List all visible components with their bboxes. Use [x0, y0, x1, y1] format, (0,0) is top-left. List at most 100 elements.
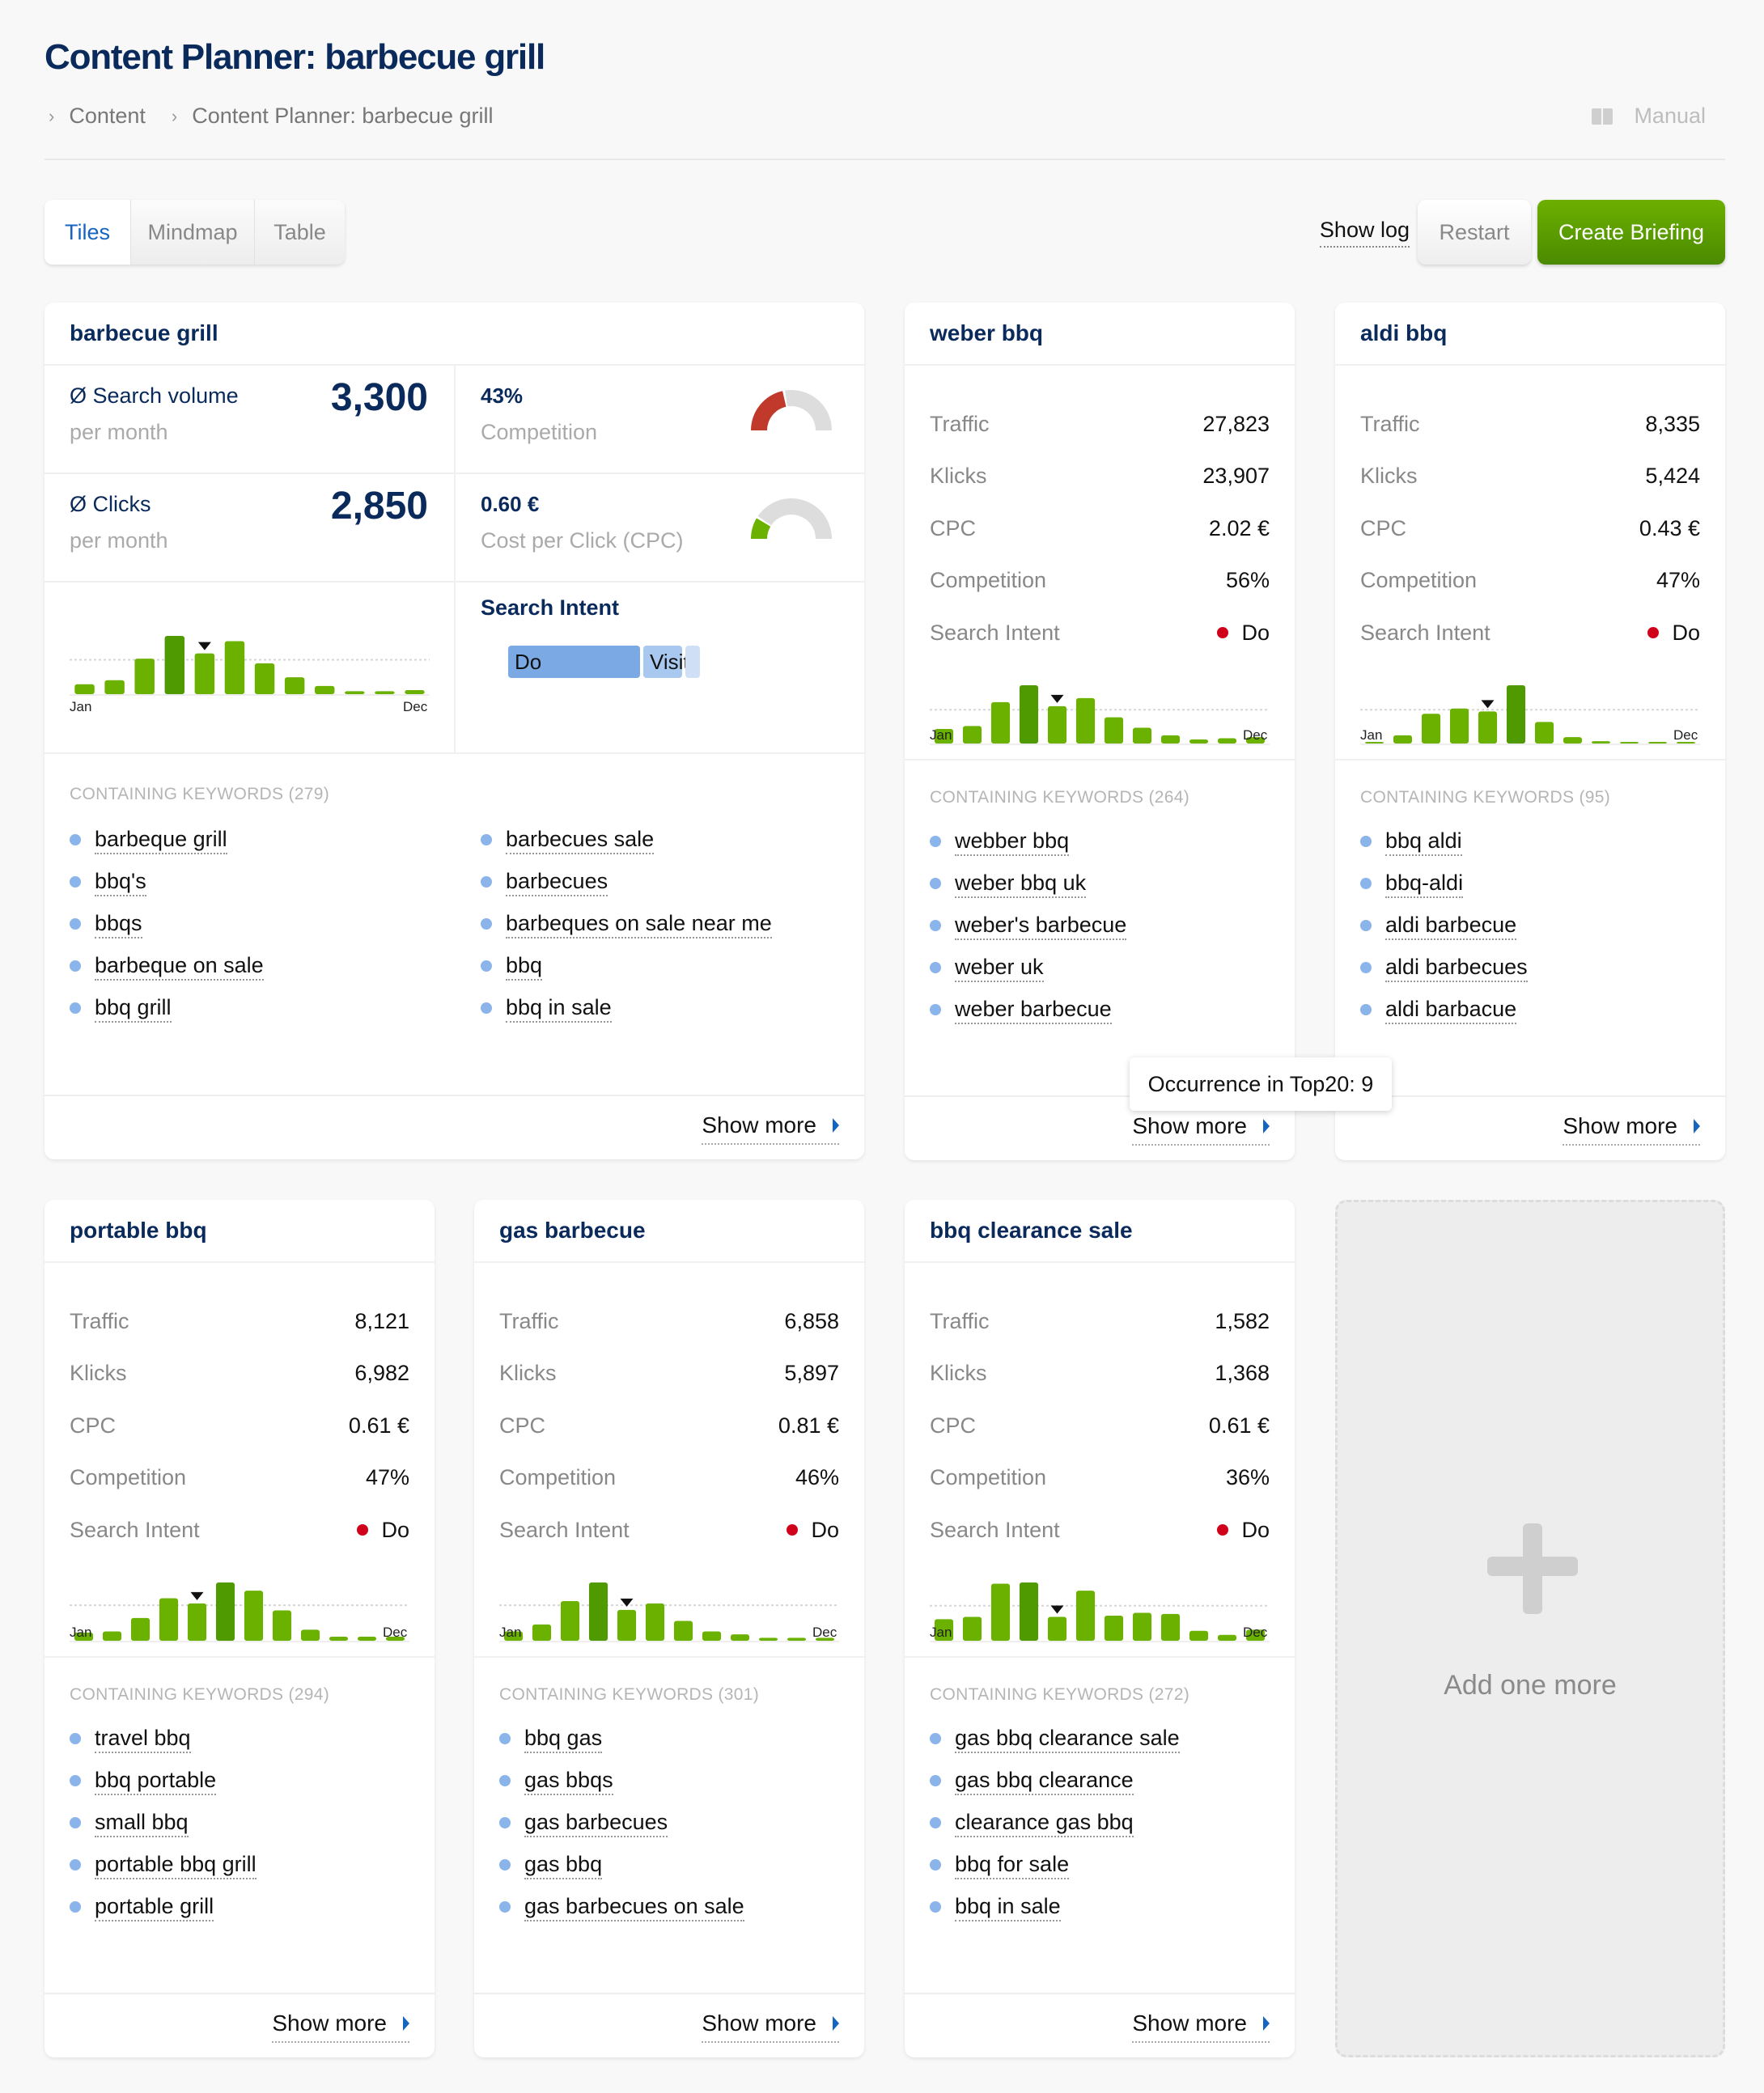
keyword-item[interactable]: barbecues sale	[481, 819, 772, 861]
bar-apr[interactable]	[1449, 708, 1469, 744]
bar-oct[interactable]	[329, 1636, 349, 1641]
bar-sep[interactable]	[300, 1629, 320, 1641]
bar-apr[interactable]	[164, 636, 185, 694]
bar-feb[interactable]	[102, 1631, 122, 1641]
keyword-item[interactable]: bbq gas	[499, 1718, 744, 1760]
bar-sep[interactable]	[730, 1634, 750, 1641]
keyword-item[interactable]: weber bbq uk	[930, 862, 1126, 905]
bar-aug[interactable]	[702, 1631, 722, 1641]
show-more-link[interactable]: Show more	[272, 2010, 409, 2043]
bar-feb[interactable]	[532, 1624, 552, 1641]
bar-aug[interactable]	[1132, 1612, 1152, 1641]
keyword-item[interactable]: bbq portable	[70, 1760, 257, 1802]
keyword-item[interactable]: bbq in sale	[481, 987, 772, 1029]
tab-mindmap[interactable]: Mindmap	[130, 200, 254, 265]
bar-jul[interactable]	[1104, 1616, 1124, 1641]
bar-nov[interactable]	[787, 1638, 807, 1641]
bar-nov[interactable]	[1217, 1634, 1237, 1641]
bar-sep[interactable]	[1160, 1613, 1181, 1641]
bar-aug[interactable]	[272, 1610, 292, 1641]
bar-may[interactable]	[1478, 711, 1498, 744]
keyword-item[interactable]: bbq's	[70, 861, 264, 903]
keyword-item[interactable]: aldi barbecue	[1360, 905, 1528, 947]
keyword-item[interactable]: barbeque on sale	[70, 945, 264, 987]
show-more-link[interactable]: Show more	[702, 1112, 839, 1145]
keyword-item[interactable]: bbq-aldi	[1360, 862, 1528, 905]
keyword-item[interactable]: travel bbq	[70, 1718, 257, 1760]
bar-sep[interactable]	[1160, 735, 1181, 744]
show-more-link[interactable]: Show more	[1563, 1113, 1700, 1146]
bar-feb[interactable]	[1393, 735, 1413, 744]
bar-may[interactable]	[187, 1603, 207, 1641]
create-briefing-button[interactable]: Create Briefing	[1537, 200, 1725, 265]
keyword-item[interactable]: aldi barbecues	[1360, 947, 1528, 989]
intent-segment-do[interactable]: Do	[508, 646, 640, 678]
bar-may[interactable]	[1047, 1616, 1067, 1641]
keyword-item[interactable]: weber uk	[930, 947, 1126, 989]
keyword-item[interactable]: portable grill	[70, 1886, 257, 1928]
show-more-link[interactable]: Show more	[702, 2010, 839, 2043]
bar-oct[interactable]	[1189, 1630, 1209, 1641]
bar-jun[interactable]	[224, 641, 245, 694]
restart-button[interactable]: Restart	[1418, 200, 1531, 265]
bar-oct[interactable]	[758, 1638, 778, 1641]
bar-mar[interactable]	[560, 1601, 580, 1641]
bar-sep[interactable]	[314, 685, 335, 694]
bar-mar[interactable]	[130, 1617, 151, 1641]
keyword-item[interactable]: gas bbqs	[499, 1760, 744, 1802]
bar-mar[interactable]	[990, 701, 1011, 744]
bar-apr[interactable]	[159, 1598, 179, 1641]
bar-jun[interactable]	[215, 1582, 235, 1641]
bar-mar[interactable]	[990, 1583, 1011, 1641]
bar-feb[interactable]	[962, 1616, 982, 1641]
bar-aug[interactable]	[1563, 737, 1583, 744]
bar-dec[interactable]	[405, 689, 425, 694]
keyword-item[interactable]: bbqs	[70, 903, 264, 945]
keyword-item[interactable]: bbq in sale	[930, 1886, 1180, 1928]
keyword-item[interactable]: bbq aldi	[1360, 820, 1528, 862]
intent-segment-other[interactable]	[685, 646, 700, 678]
keyword-item[interactable]: bbq	[481, 945, 772, 987]
keyword-item[interactable]: gas bbq	[499, 1844, 744, 1886]
keyword-item[interactable]: small bbq	[70, 1802, 257, 1844]
bar-may[interactable]	[617, 1609, 637, 1641]
bar-may[interactable]	[1047, 705, 1067, 744]
bar-jul[interactable]	[244, 1591, 264, 1641]
keyword-item[interactable]: aldi barbacue	[1360, 989, 1528, 1031]
bar-nov[interactable]	[1647, 742, 1668, 744]
bar-jun[interactable]	[645, 1603, 665, 1641]
keyword-item[interactable]: barbecues	[481, 861, 772, 903]
bar-jan[interactable]	[74, 684, 95, 694]
show-log-link[interactable]: Show log	[1319, 218, 1410, 248]
bar-jul[interactable]	[673, 1621, 693, 1641]
keyword-item[interactable]: gas bbq clearance	[930, 1760, 1180, 1802]
bar-mar[interactable]	[134, 659, 155, 694]
bar-feb[interactable]	[962, 726, 982, 744]
keyword-item[interactable]: barbeques on sale near me	[481, 903, 772, 945]
intent-segment-visit[interactable]: Visit	[643, 646, 689, 678]
keyword-item[interactable]: weber's barbecue	[930, 905, 1127, 947]
bar-jun[interactable]	[1075, 697, 1096, 744]
keyword-item[interactable]: clearance gas bbq	[930, 1802, 1180, 1844]
bar-nov[interactable]	[357, 1636, 377, 1641]
keyword-item[interactable]: portable bbq grill	[70, 1844, 257, 1886]
bar-aug[interactable]	[1132, 727, 1152, 744]
bar-may[interactable]	[194, 653, 215, 694]
tab-table[interactable]: Table	[254, 200, 345, 265]
bar-apr[interactable]	[588, 1582, 608, 1641]
bar-nov[interactable]	[375, 691, 395, 694]
breadcrumb-item-content[interactable]: Content	[69, 104, 146, 129]
bar-mar[interactable]	[1421, 714, 1441, 744]
keyword-item[interactable]: gas barbecues on sale	[499, 1886, 744, 1928]
bar-apr[interactable]	[1019, 1582, 1039, 1641]
bar-jul[interactable]	[1534, 722, 1554, 744]
bar-jun[interactable]	[1506, 685, 1526, 744]
bar-apr[interactable]	[1019, 685, 1039, 744]
add-cluster-card[interactable]: Add one more	[1335, 1200, 1725, 2057]
bar-jun[interactable]	[1075, 1591, 1096, 1641]
bar-feb[interactable]	[104, 680, 125, 694]
show-more-link[interactable]: Show more	[1132, 1113, 1270, 1146]
bar-sep[interactable]	[1591, 741, 1611, 744]
tab-tiles[interactable]: Tiles	[45, 200, 130, 265]
keyword-item[interactable]: weber barbecue	[930, 989, 1126, 1031]
